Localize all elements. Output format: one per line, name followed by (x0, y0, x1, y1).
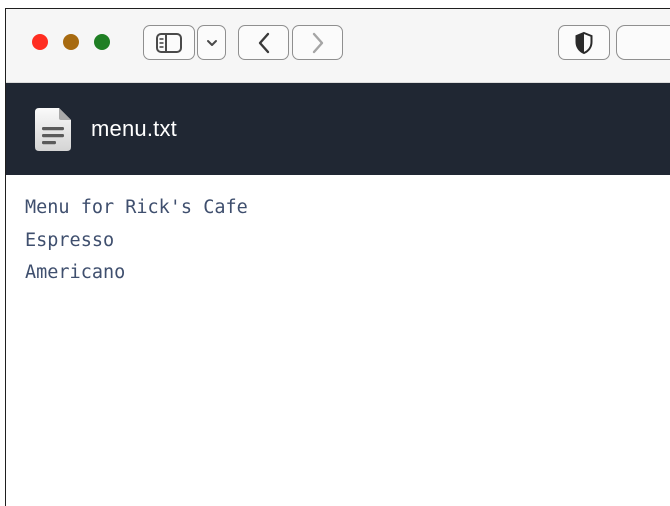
sidebar-icon (156, 32, 182, 53)
document-icon (35, 108, 71, 151)
browser-window: menu.txt Menu for Rick's Cafe Espresso A… (5, 8, 670, 506)
text-line: Americano (25, 262, 126, 283)
chevron-down-icon (206, 39, 217, 46)
sidebar-toggle-button[interactable] (143, 25, 195, 60)
text-line: Espresso (25, 229, 115, 251)
chevron-right-icon (312, 32, 323, 53)
shield-icon (575, 31, 593, 54)
address-bar[interactable] (616, 25, 670, 60)
sidebar-menu-button[interactable] (197, 25, 226, 60)
document-content[interactable]: Menu for Rick's Cafe Espresso Americano (6, 175, 670, 290)
forward-button[interactable] (292, 25, 343, 60)
tab-bar: menu.txt (6, 83, 670, 175)
close-window-button[interactable] (32, 34, 48, 50)
text-line: Menu for Rick's Cafe (25, 197, 248, 218)
minimize-window-button[interactable] (63, 34, 79, 50)
chevron-left-icon (258, 32, 269, 53)
maximize-window-button[interactable] (94, 34, 110, 50)
back-button[interactable] (238, 25, 289, 60)
toolbar (6, 9, 670, 83)
tab-title[interactable]: menu.txt (91, 116, 177, 142)
privacy-report-button[interactable] (558, 25, 610, 60)
